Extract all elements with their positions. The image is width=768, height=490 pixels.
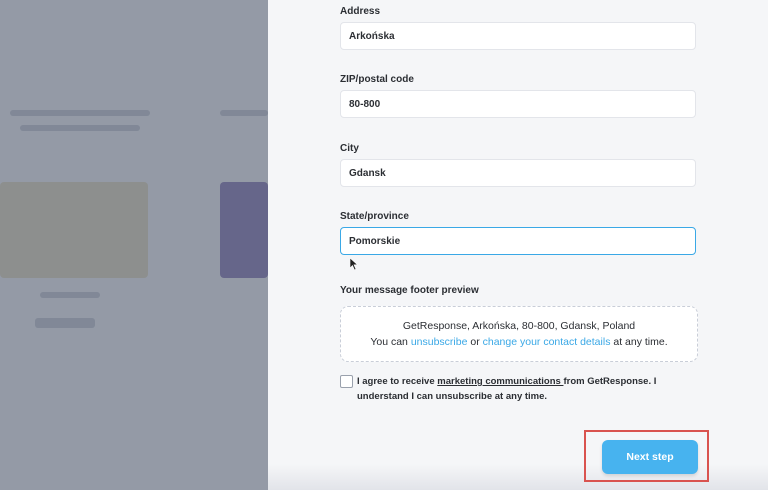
mouse-cursor-icon [350,258,358,270]
consent-checkbox[interactable] [340,375,353,388]
footer-preview-box: GetResponse, Arkońska, 80-800, Gdansk, P… [340,306,698,362]
city-field[interactable]: Gdansk [340,159,696,187]
marketing-communications-link[interactable]: marketing communications [437,376,563,387]
change-details-link[interactable]: change your contact details [483,336,611,348]
state-label: State/province [340,211,409,222]
city-label: City [340,143,359,154]
address-label: Address [340,6,381,17]
preview-text: or [467,336,483,348]
side-panel: Address Arkońska ZIP/postal code 80-800 … [268,0,768,490]
zip-label: ZIP/postal code [340,74,414,85]
preview-text: at any time. [610,336,668,348]
consent-text: I agree to receive marketing communicati… [357,374,677,404]
unsubscribe-link[interactable]: unsubscribe [411,336,468,348]
highlight-annotation [584,430,709,482]
consent-prefix: I agree to receive [357,376,438,387]
modal-overlay[interactable] [0,0,268,490]
preview-text: You can [370,336,411,348]
zip-field[interactable]: 80-800 [340,90,696,118]
footer-preview-address: GetResponse, Arkońska, 80-800, Gdansk, P… [402,320,636,332]
address-field[interactable]: Arkońska [340,22,696,50]
footer-preview-title: Your message footer preview [340,285,479,296]
footer-preview-links: You can unsubscribe or change your conta… [341,336,697,348]
state-field[interactable]: Pomorskie [340,227,696,255]
